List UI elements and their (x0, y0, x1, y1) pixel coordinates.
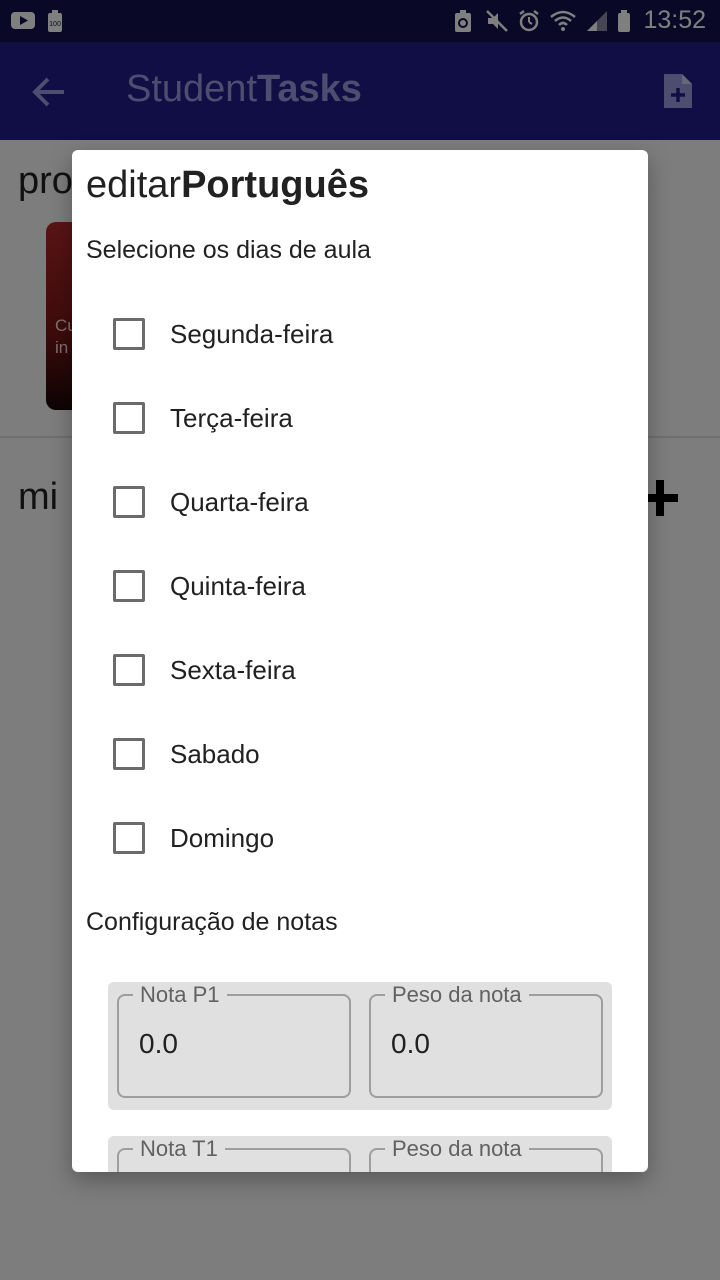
day-label: Sexta-feira (170, 654, 296, 685)
field-label: Peso da nota (385, 1137, 529, 1161)
checkbox-quarta[interactable] (113, 486, 145, 518)
grades-heading: Configuração de notas (86, 908, 338, 936)
day-label: Domingo (170, 822, 275, 853)
checkbox-segunda[interactable] (113, 318, 145, 350)
grade-t1-field[interactable]: Nota T1 (117, 1137, 351, 1172)
day-row-quarta[interactable]: Quarta-feira (72, 460, 648, 544)
dialog-title: editarPortuguês (86, 164, 369, 207)
grade-group-p1: Nota P1 0.0 Peso da nota 0.0 (108, 982, 612, 1110)
day-label: Quarta-feira (170, 486, 309, 517)
grade-p1-field[interactable]: Nota P1 0.0 (117, 983, 351, 1098)
day-row-sabado[interactable]: Sabado (72, 712, 648, 796)
field-label: Peso da nota (385, 983, 529, 1007)
dialog-title-subject: Português (181, 164, 369, 206)
day-row-quinta[interactable]: Quinta-feira (72, 544, 648, 628)
field-label: Nota P1 (133, 983, 227, 1007)
day-row-terca[interactable]: Terça-feira (72, 376, 648, 460)
day-label: Terça-feira (170, 402, 293, 433)
checkbox-sexta[interactable] (113, 654, 145, 686)
field-value: 0.0 (139, 1028, 178, 1059)
days-heading: Selecione os dias de aula (86, 236, 371, 264)
day-label: Segunda-feira (170, 318, 334, 349)
day-label: Quinta-feira (170, 570, 306, 601)
checkbox-domingo[interactable] (113, 822, 145, 854)
day-row-sexta[interactable]: Sexta-feira (72, 628, 648, 712)
grade-group-t1: Nota T1 Peso da nota (108, 1136, 612, 1172)
weight-t1-field[interactable]: Peso da nota (369, 1137, 603, 1172)
field-label: Nota T1 (133, 1137, 225, 1161)
checkbox-sabado[interactable] (113, 738, 145, 770)
field-value: 0.0 (391, 1028, 430, 1059)
day-row-segunda[interactable]: Segunda-feira (72, 292, 648, 376)
day-row-domingo[interactable]: Domingo (72, 796, 648, 880)
dialog-title-prefix: editar (86, 164, 182, 206)
day-label: Sabado (170, 738, 260, 769)
checkbox-terca[interactable] (113, 402, 145, 434)
weight-p1-field[interactable]: Peso da nota 0.0 (369, 983, 603, 1098)
checkbox-quinta[interactable] (113, 570, 145, 602)
edit-subject-dialog: editarPortuguês Selecione os dias de aul… (72, 150, 648, 1172)
